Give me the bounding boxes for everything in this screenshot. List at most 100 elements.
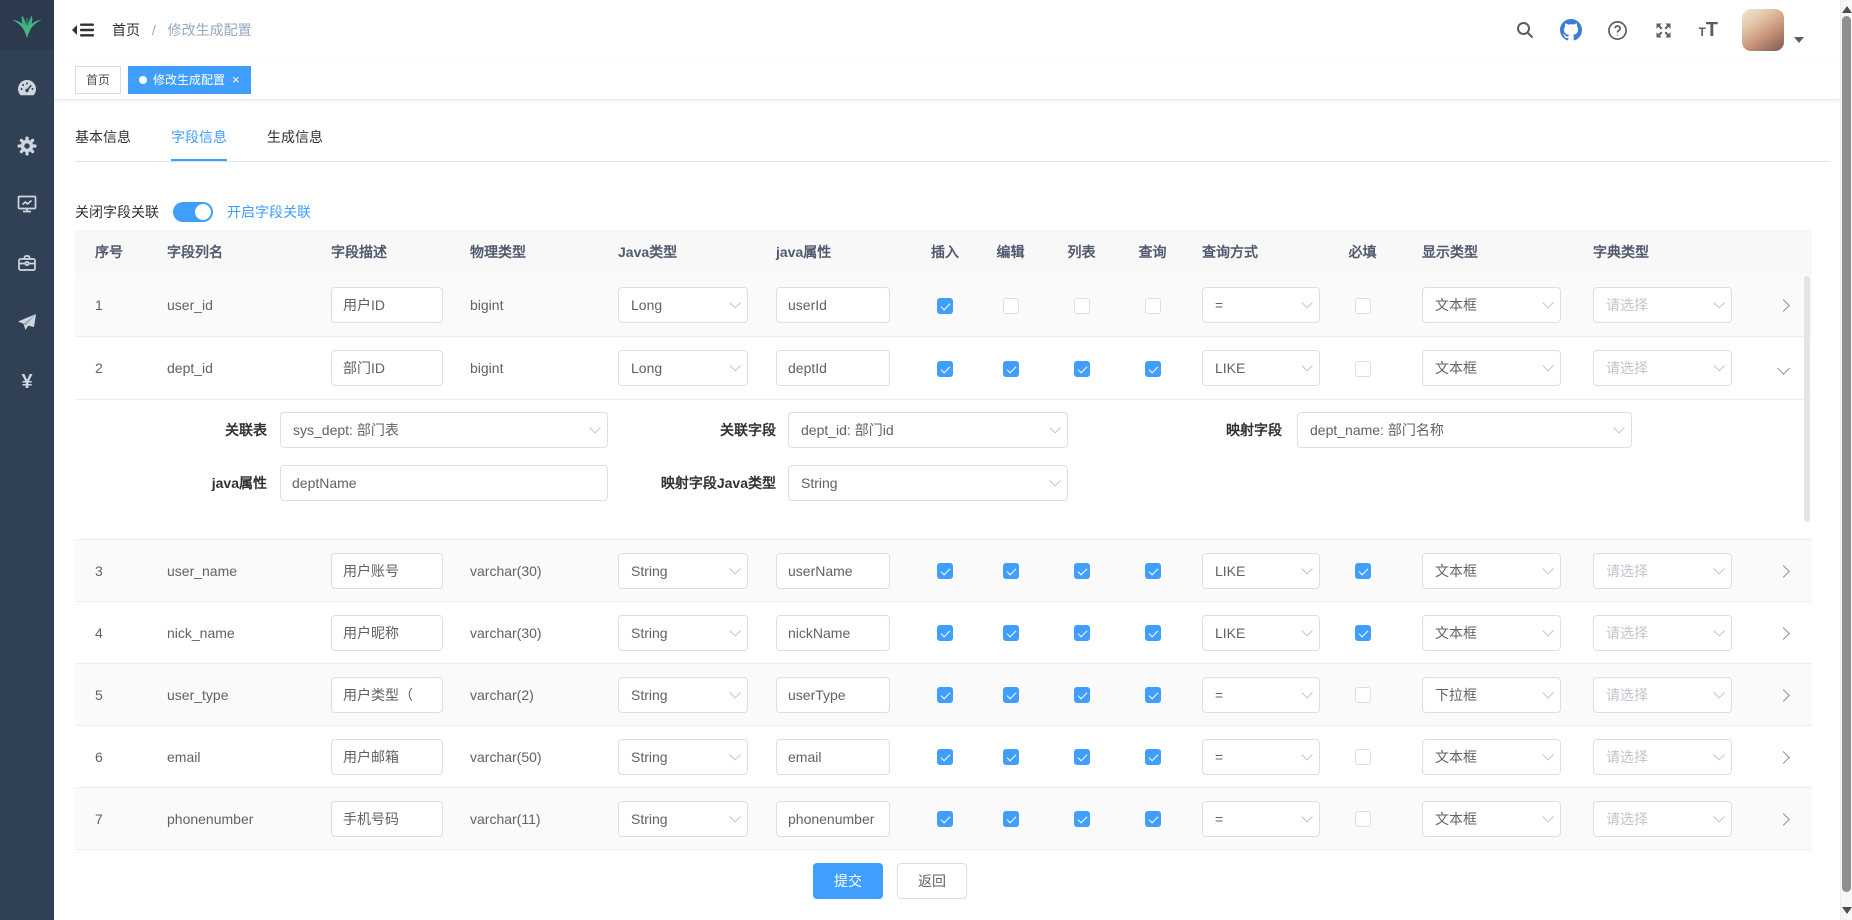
- display-type-select[interactable]: 文本框: [1422, 350, 1561, 386]
- dict-type-select[interactable]: 请选择: [1593, 553, 1732, 589]
- tab-2[interactable]: 生成信息: [267, 122, 323, 161]
- java-property-input[interactable]: phonenumber: [776, 801, 890, 837]
- required-checkbox[interactable]: [1355, 687, 1371, 703]
- field-relation-switch[interactable]: [173, 202, 213, 222]
- java-type-select[interactable]: Long: [618, 287, 748, 323]
- description-input[interactable]: 用户昵称: [331, 615, 443, 651]
- java-property-input[interactable]: userType: [776, 677, 890, 713]
- description-input[interactable]: 用户类型（: [331, 677, 443, 713]
- row-expand-icon[interactable]: [1777, 689, 1790, 702]
- java-type-select[interactable]: Long: [618, 350, 748, 386]
- tab-0[interactable]: 基本信息: [75, 122, 131, 161]
- description-input[interactable]: 用户ID: [331, 287, 443, 323]
- java-type-select[interactable]: String: [618, 553, 748, 589]
- github-icon[interactable]: [1560, 19, 1582, 41]
- query-method-select[interactable]: =: [1202, 739, 1320, 775]
- edit-checkbox[interactable]: [1003, 687, 1019, 703]
- dict-type-select[interactable]: 请选择: [1593, 739, 1732, 775]
- scroll-down-arrow[interactable]: [1842, 907, 1852, 917]
- query-checkbox[interactable]: [1145, 749, 1161, 765]
- mapping-field-select[interactable]: dept_name: 部门名称: [1297, 412, 1632, 448]
- sidebar-item-pay[interactable]: ¥: [0, 362, 54, 402]
- row-expand-icon[interactable]: [1777, 299, 1790, 312]
- query-method-select[interactable]: =: [1202, 287, 1320, 323]
- display-type-select[interactable]: 文本框: [1422, 615, 1561, 651]
- table-scrollbar-thumb[interactable]: [1804, 276, 1810, 522]
- query-checkbox[interactable]: [1145, 298, 1161, 314]
- required-checkbox[interactable]: [1355, 749, 1371, 765]
- tag-close-icon[interactable]: ×: [232, 73, 240, 86]
- description-input[interactable]: 部门ID: [331, 350, 443, 386]
- dict-type-select[interactable]: 请选择: [1593, 801, 1732, 837]
- query-method-select[interactable]: =: [1202, 677, 1320, 713]
- java-type-select[interactable]: String: [618, 801, 748, 837]
- list-checkbox[interactable]: [1074, 811, 1090, 827]
- search-icon[interactable]: [1514, 19, 1536, 41]
- page-scrollbar[interactable]: [1840, 0, 1852, 920]
- required-checkbox[interactable]: [1355, 811, 1371, 827]
- breadcrumb-home[interactable]: 首页: [112, 22, 140, 38]
- insert-checkbox[interactable]: [937, 625, 953, 641]
- dict-type-select[interactable]: 请选择: [1593, 287, 1732, 323]
- dict-type-select[interactable]: 请选择: [1593, 350, 1732, 386]
- list-checkbox[interactable]: [1074, 687, 1090, 703]
- java-property-input[interactable]: nickName: [776, 615, 890, 651]
- java-type-select[interactable]: String: [618, 739, 748, 775]
- sidebar-item-dashboard[interactable]: [0, 68, 54, 108]
- query-method-select[interactable]: =: [1202, 801, 1320, 837]
- query-checkbox[interactable]: [1145, 687, 1161, 703]
- display-type-select[interactable]: 下拉框: [1422, 677, 1561, 713]
- required-checkbox[interactable]: [1355, 298, 1371, 314]
- edit-checkbox[interactable]: [1003, 749, 1019, 765]
- query-checkbox[interactable]: [1145, 361, 1161, 377]
- row-expand-icon[interactable]: [1777, 813, 1790, 826]
- dict-type-select[interactable]: 请选择: [1593, 677, 1732, 713]
- list-checkbox[interactable]: [1074, 298, 1090, 314]
- query-method-select[interactable]: LIKE: [1202, 553, 1320, 589]
- row-expand-icon[interactable]: [1777, 627, 1790, 640]
- query-method-select[interactable]: LIKE: [1202, 350, 1320, 386]
- java-type-select[interactable]: String: [618, 677, 748, 713]
- row-expand-icon[interactable]: [1777, 565, 1790, 578]
- list-checkbox[interactable]: [1074, 361, 1090, 377]
- query-checkbox[interactable]: [1145, 625, 1161, 641]
- mapping-java-type-select[interactable]: String: [788, 465, 1068, 501]
- insert-checkbox[interactable]: [937, 811, 953, 827]
- required-checkbox[interactable]: [1355, 625, 1371, 641]
- toggle-on-label[interactable]: 开启字段关联: [227, 202, 311, 222]
- font-size-icon[interactable]: TT: [1698, 19, 1718, 42]
- dict-type-select[interactable]: 请选择: [1593, 615, 1732, 651]
- edit-checkbox[interactable]: [1003, 298, 1019, 314]
- java-property-input[interactable]: userName: [776, 553, 890, 589]
- insert-checkbox[interactable]: [937, 298, 953, 314]
- relation-table-select[interactable]: sys_dept: 部门表: [280, 412, 608, 448]
- description-input[interactable]: 手机号码: [331, 801, 443, 837]
- list-checkbox[interactable]: [1074, 563, 1090, 579]
- display-type-select[interactable]: 文本框: [1422, 553, 1561, 589]
- java-property-input[interactable]: deptName: [280, 465, 608, 501]
- scroll-up-arrow[interactable]: [1842, 3, 1852, 13]
- tag-home[interactable]: 首页: [75, 66, 121, 94]
- required-checkbox[interactable]: [1355, 361, 1371, 377]
- insert-checkbox[interactable]: [937, 687, 953, 703]
- query-method-select[interactable]: LIKE: [1202, 615, 1320, 651]
- avatar[interactable]: [1742, 9, 1784, 51]
- tab-1[interactable]: 字段信息: [171, 122, 227, 161]
- edit-checkbox[interactable]: [1003, 811, 1019, 827]
- sidebar-item-monitor[interactable]: [0, 184, 54, 224]
- app-logo[interactable]: [0, 0, 54, 50]
- insert-checkbox[interactable]: [937, 563, 953, 579]
- java-property-input[interactable]: email: [776, 739, 890, 775]
- required-checkbox[interactable]: [1355, 563, 1371, 579]
- description-input[interactable]: 用户邮箱: [331, 739, 443, 775]
- list-checkbox[interactable]: [1074, 625, 1090, 641]
- row-expand-icon[interactable]: [1777, 751, 1790, 764]
- list-checkbox[interactable]: [1074, 749, 1090, 765]
- sidebar-item-tool[interactable]: [0, 243, 54, 283]
- java-property-input[interactable]: userId: [776, 287, 890, 323]
- edit-checkbox[interactable]: [1003, 563, 1019, 579]
- page-scrollbar-thumb[interactable]: [1842, 16, 1851, 892]
- user-menu[interactable]: [1742, 9, 1804, 51]
- fullscreen-icon[interactable]: [1652, 19, 1674, 41]
- sidebar-fold-icon[interactable]: [70, 18, 96, 42]
